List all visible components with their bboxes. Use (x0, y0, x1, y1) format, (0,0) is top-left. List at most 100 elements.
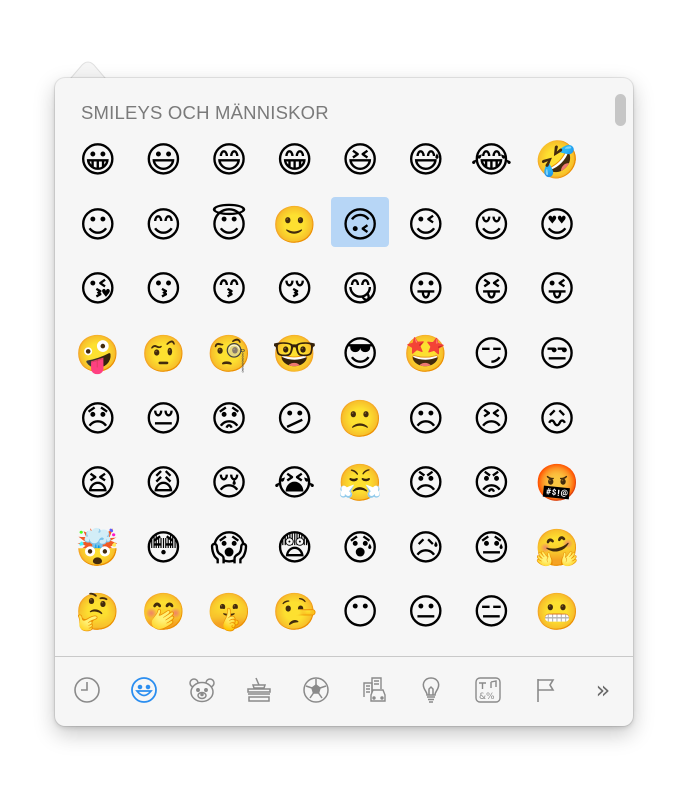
emoji-cell[interactable]: 😛 (393, 258, 459, 323)
emoji-cell[interactable]: 😘 (65, 258, 131, 323)
emoji-glyph: 😢 (210, 463, 248, 505)
emoji-cell[interactable]: 😑 (459, 581, 525, 646)
emoji-cell[interactable]: 😣 (459, 387, 525, 452)
category-tab-bar: &% » (69, 670, 621, 710)
emoji-glyph: 🧐 (206, 334, 252, 376)
emoji-glyph: 😙 (210, 269, 248, 311)
emoji-cell[interactable]: ☹ (393, 387, 459, 452)
emoji-cell[interactable]: 🤔 (65, 581, 131, 646)
tab-flags[interactable] (528, 672, 564, 708)
emoji-glyph: 😇 (210, 204, 248, 246)
emoji-glyph: 😀 (79, 140, 117, 182)
emoji-glyph: 🙃 (341, 204, 379, 246)
emoji-cell[interactable]: 🙁 (327, 387, 393, 452)
emoji-glyph: 😟 (210, 398, 248, 440)
emoji-cell[interactable]: 😕 (262, 387, 328, 452)
emoji-cell[interactable]: 🤣 (524, 129, 590, 194)
emoji-cell[interactable]: 🤪 (65, 323, 131, 388)
emoji-cell[interactable]: 😞 (65, 387, 131, 452)
emoji-cell[interactable]: 😟 (196, 387, 262, 452)
emoji-cell[interactable]: 😄 (196, 129, 262, 194)
emoji-glyph: 😥 (407, 527, 445, 569)
emoji-cell[interactable]: 😊 (131, 194, 197, 259)
emoji-cell[interactable]: 🙃 (327, 194, 393, 259)
emoji-glyph: 😠 (407, 463, 445, 505)
emoji-cell[interactable]: 🤥 (262, 581, 328, 646)
tab-recent[interactable] (69, 672, 105, 708)
emoji-cell[interactable]: 😂 (459, 129, 525, 194)
emoji-glyph: 😂 (470, 140, 513, 182)
tab-food[interactable] (241, 672, 277, 708)
emoji-glyph: 😒 (538, 334, 576, 376)
emoji-cell[interactable]: 😨 (262, 517, 328, 582)
emoji-cell[interactable]: 🤗 (524, 517, 590, 582)
bear-icon (188, 678, 215, 703)
emoji-cell[interactable]: 😆 (327, 129, 393, 194)
emoji-glyph: 🤣 (534, 140, 580, 182)
emoji-cell[interactable]: 😓 (459, 517, 525, 582)
emoji-cell[interactable]: 😝 (459, 258, 525, 323)
emoji-glyph: 😎 (341, 334, 379, 376)
emoji-cell[interactable]: 😌 (459, 194, 525, 259)
emoji-cell[interactable]: 😉 (393, 194, 459, 259)
emoji-cell[interactable]: 😒 (524, 323, 590, 388)
emoji-glyph: 😊 (144, 204, 183, 246)
emoji-cell[interactable]: 🤨 (131, 323, 197, 388)
emoji-cell[interactable]: 😭 (262, 452, 328, 517)
emoji-glyph: 🤓 (272, 334, 317, 376)
emoji-cell[interactable]: 😅 (393, 129, 459, 194)
scrollbar-thumb[interactable] (615, 94, 626, 126)
emoji-cell[interactable]: 😢 (196, 452, 262, 517)
emoji-cell[interactable]: 😤 (327, 452, 393, 517)
emoji-cell[interactable]: 😗 (131, 258, 197, 323)
emoji-cell[interactable]: 😀 (65, 129, 131, 194)
tab-smileys[interactable] (126, 672, 162, 708)
emoji-glyph: 😝 (472, 269, 511, 311)
clock-icon (74, 677, 100, 703)
emoji-cell[interactable]: 😖 (524, 387, 590, 452)
emoji-cell[interactable]: 😎 (327, 323, 393, 388)
emoji-cell[interactable]: ☺ (65, 194, 131, 259)
emoji-cell[interactable]: 😇 (196, 194, 262, 259)
emoji-cell[interactable]: 😫 (65, 452, 131, 517)
emoji-cell[interactable]: 😬 (524, 581, 590, 646)
emoji-cell[interactable]: 😍 (524, 194, 590, 259)
emoji-cell[interactable]: 😐 (393, 581, 459, 646)
emoji-cell[interactable]: 😩 (131, 452, 197, 517)
tab-objects[interactable] (413, 672, 449, 708)
emoji-glyph: 😄 (210, 140, 248, 182)
emoji-cell[interactable]: 😚 (262, 258, 328, 323)
emoji-cell[interactable]: 🤓 (262, 323, 328, 388)
emoji-glyph: 😑 (472, 592, 511, 634)
emoji-cell[interactable]: 😳 (131, 517, 197, 582)
emoji-cell[interactable]: 🙂 (262, 194, 328, 259)
emoji-cell[interactable]: 😰 (327, 517, 393, 582)
emoji-cell[interactable]: 😜 (524, 258, 590, 323)
emoji-cell[interactable]: 😡 (459, 452, 525, 517)
emoji-cell[interactable]: 😠 (393, 452, 459, 517)
emoji-glyph: 😣 (472, 398, 511, 440)
emoji-cell[interactable]: 🤫 (196, 581, 262, 646)
emoji-cell[interactable]: 🤩 (393, 323, 459, 388)
tab-symbols[interactable]: &% (470, 672, 506, 708)
emoji-glyph: 😩 (144, 463, 183, 505)
emoji-cell[interactable]: 😔 (131, 387, 197, 452)
tab-animals[interactable] (184, 672, 220, 708)
emoji-cell[interactable]: 🧐 (196, 323, 262, 388)
emoji-cell[interactable]: 🤬 (524, 452, 590, 517)
emoji-cell[interactable]: 😋 (327, 258, 393, 323)
emoji-cell[interactable]: 😶 (327, 581, 393, 646)
emoji-cell[interactable]: 😃 (131, 129, 197, 194)
symbols-icon: &% (475, 677, 501, 703)
more-categories-button[interactable]: » (585, 672, 621, 708)
emoji-cell[interactable]: 🤯 (65, 517, 131, 582)
tab-travel[interactable] (356, 672, 392, 708)
tab-activity[interactable] (298, 672, 334, 708)
emoji-cell[interactable]: 🤭 (131, 581, 197, 646)
emoji-cell[interactable]: 😱 (196, 517, 262, 582)
emoji-glyph: 😨 (275, 527, 314, 569)
emoji-cell[interactable]: 😙 (196, 258, 262, 323)
emoji-cell[interactable]: 😥 (393, 517, 459, 582)
emoji-cell[interactable]: 😏 (459, 323, 525, 388)
emoji-cell[interactable]: 😁 (262, 129, 328, 194)
